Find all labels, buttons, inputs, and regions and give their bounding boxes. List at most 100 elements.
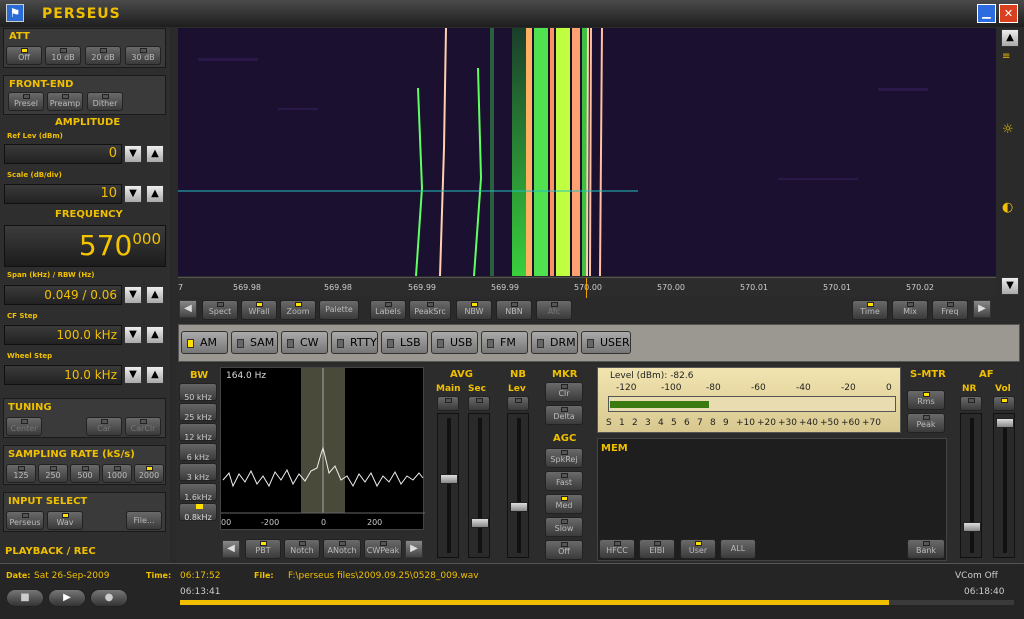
anotch-button[interactable]: ANotch bbox=[323, 539, 361, 559]
stop-button[interactable]: ■ bbox=[6, 589, 44, 607]
wf-down-arrow[interactable]: ▼ bbox=[1001, 277, 1019, 295]
mode-drm-button[interactable]: DRM bbox=[531, 331, 578, 354]
wf-up-arrow[interactable]: ▲ bbox=[1001, 29, 1019, 47]
avg-main-fader[interactable] bbox=[437, 413, 459, 558]
agc-med-button[interactable]: Med bbox=[545, 494, 583, 514]
bw-3khz-button[interactable]: 3 kHz bbox=[179, 463, 217, 482]
labels-button[interactable]: Labels bbox=[370, 300, 406, 320]
bw-6khz-button[interactable]: 6 kHz bbox=[179, 443, 217, 462]
mode-fm-button[interactable]: FM bbox=[481, 331, 528, 354]
nb-level-fader[interactable] bbox=[507, 413, 529, 558]
sr-1000-button[interactable]: 1000 bbox=[102, 464, 132, 483]
bw-12khz-button[interactable]: 12 kHz bbox=[179, 423, 217, 442]
nr-fader[interactable] bbox=[960, 413, 982, 558]
sr-500-button[interactable]: 500 bbox=[70, 464, 100, 483]
presel-button[interactable]: Presel bbox=[8, 92, 44, 111]
sr-125-button[interactable]: 125 bbox=[6, 464, 36, 483]
agc-off-button[interactable]: Off bbox=[545, 540, 583, 560]
minimize-button[interactable]: ▁ bbox=[977, 4, 996, 23]
nb-toggle[interactable] bbox=[507, 396, 529, 411]
vol-toggle[interactable] bbox=[993, 396, 1015, 411]
mem-user-button[interactable]: User bbox=[680, 539, 716, 559]
mode-usb-button[interactable]: USB bbox=[431, 331, 478, 354]
record-button[interactable]: ● bbox=[90, 589, 128, 607]
scale-down-arrow[interactable]: ▼ bbox=[124, 185, 142, 203]
mem-eibi-button[interactable]: EIBI bbox=[639, 539, 675, 559]
ref-level-field[interactable]: 0 bbox=[4, 144, 122, 164]
wheel-step-up-arrow[interactable]: ▲ bbox=[146, 366, 164, 384]
agc-spkrej-button[interactable]: SpkRej bbox=[545, 448, 583, 468]
tuning-center-button[interactable]: Center bbox=[6, 417, 42, 436]
bw-50khz-button[interactable]: 50 kHz bbox=[179, 383, 217, 402]
preamp-button[interactable]: Preamp bbox=[47, 92, 83, 111]
input-wav-button[interactable]: Wav bbox=[47, 511, 83, 530]
input-perseus-button[interactable]: Perseus bbox=[6, 511, 44, 530]
tuning-carclr-button[interactable]: CarClr bbox=[125, 417, 161, 436]
mkr-delta-button[interactable]: Delta bbox=[545, 405, 583, 425]
smtr-rms-button[interactable]: Rms bbox=[907, 390, 945, 410]
waterfall-display[interactable] bbox=[178, 28, 996, 276]
mem-bank-button[interactable]: Bank bbox=[907, 539, 945, 559]
att-off-button[interactable]: Off bbox=[6, 46, 42, 65]
scale-field[interactable]: 10 bbox=[4, 184, 122, 204]
cf-step-up-arrow[interactable]: ▲ bbox=[146, 326, 164, 344]
input-file-button[interactable]: File... bbox=[126, 511, 162, 530]
filter-left-arrow[interactable]: ◀ bbox=[222, 540, 240, 558]
avg-sec-fader[interactable] bbox=[468, 413, 490, 558]
scale-up-arrow[interactable]: ▲ bbox=[146, 185, 164, 203]
mkr-clr-button[interactable]: Clr bbox=[545, 382, 583, 402]
mix-button[interactable]: Mix bbox=[892, 300, 928, 320]
dither-button[interactable]: Dither bbox=[87, 92, 123, 111]
freq-button[interactable]: Freq bbox=[932, 300, 968, 320]
span-field[interactable]: 0.049 / 0.06 bbox=[4, 285, 122, 305]
peaksrc-button[interactable]: PeakSrc bbox=[409, 300, 451, 320]
att-20db-button[interactable]: 20 dB bbox=[85, 46, 121, 65]
wfall-button[interactable]: WFall bbox=[241, 300, 277, 320]
nbw-button[interactable]: NBW bbox=[456, 300, 492, 320]
toolbar-left-arrow[interactable]: ◀ bbox=[179, 300, 197, 318]
filter-right-arrow[interactable]: ▶ bbox=[405, 540, 423, 558]
spect-button[interactable]: Spect bbox=[202, 300, 238, 320]
mode-rtty-button[interactable]: RTTY bbox=[331, 331, 378, 354]
zoom-button[interactable]: Zoom bbox=[280, 300, 316, 320]
smtr-peak-button[interactable]: Peak bbox=[907, 413, 945, 433]
avg-main-toggle[interactable] bbox=[437, 396, 459, 411]
toolbar-right-arrow[interactable]: ▶ bbox=[973, 300, 991, 318]
play-button[interactable]: ▶ bbox=[48, 589, 86, 607]
span-up-arrow[interactable]: ▲ bbox=[146, 286, 164, 304]
agc-slow-button[interactable]: Slow bbox=[545, 517, 583, 537]
mode-user-button[interactable]: USER bbox=[581, 331, 631, 354]
cf-step-down-arrow[interactable]: ▼ bbox=[124, 326, 142, 344]
wheel-step-field[interactable]: 10.0 kHz bbox=[4, 365, 122, 385]
avg-sec-toggle[interactable] bbox=[468, 396, 490, 411]
mem-hfcc-button[interactable]: HFCC bbox=[599, 539, 635, 559]
sr-2000-button[interactable]: 2000 bbox=[134, 464, 164, 483]
afc-button[interactable]: Afc bbox=[536, 300, 572, 320]
app-icon[interactable]: ⚑ bbox=[6, 4, 24, 22]
span-down-arrow[interactable]: ▼ bbox=[124, 286, 142, 304]
ref-down-arrow[interactable]: ▼ bbox=[124, 145, 142, 163]
att-30db-button[interactable]: 30 dB bbox=[125, 46, 161, 65]
mode-lsb-button[interactable]: LSB bbox=[381, 331, 428, 354]
notch-button[interactable]: Notch bbox=[284, 539, 320, 559]
att-10db-button[interactable]: 10 dB bbox=[45, 46, 81, 65]
time-button[interactable]: Time bbox=[852, 300, 888, 320]
bw-spectrum[interactable]: 164.0 Hz 00 -200 0 200 bbox=[220, 367, 425, 530]
mem-all-button[interactable]: ALL bbox=[720, 539, 756, 559]
agc-fast-button[interactable]: Fast bbox=[545, 471, 583, 491]
pbt-button[interactable]: PBT bbox=[245, 539, 281, 559]
ref-up-arrow[interactable]: ▲ bbox=[146, 145, 164, 163]
sr-250-button[interactable]: 250 bbox=[38, 464, 68, 483]
wheel-step-down-arrow[interactable]: ▼ bbox=[124, 366, 142, 384]
bw-1.6khz-button[interactable]: 1.6kHz bbox=[179, 483, 217, 502]
nr-toggle[interactable] bbox=[960, 396, 982, 411]
tuning-car-button[interactable]: Car bbox=[86, 417, 122, 436]
frequency-display[interactable]: 570000 bbox=[4, 225, 166, 267]
playback-progress-track[interactable] bbox=[180, 600, 1014, 605]
palette-button[interactable]: Palette bbox=[319, 300, 359, 320]
mode-am-button[interactable]: AM bbox=[181, 331, 228, 354]
mode-sam-button[interactable]: SAM bbox=[231, 331, 278, 354]
cwpeak-button[interactable]: CWPeak bbox=[364, 539, 402, 559]
cf-step-field[interactable]: 100.0 kHz bbox=[4, 325, 122, 345]
nbn-button[interactable]: NBN bbox=[496, 300, 532, 320]
